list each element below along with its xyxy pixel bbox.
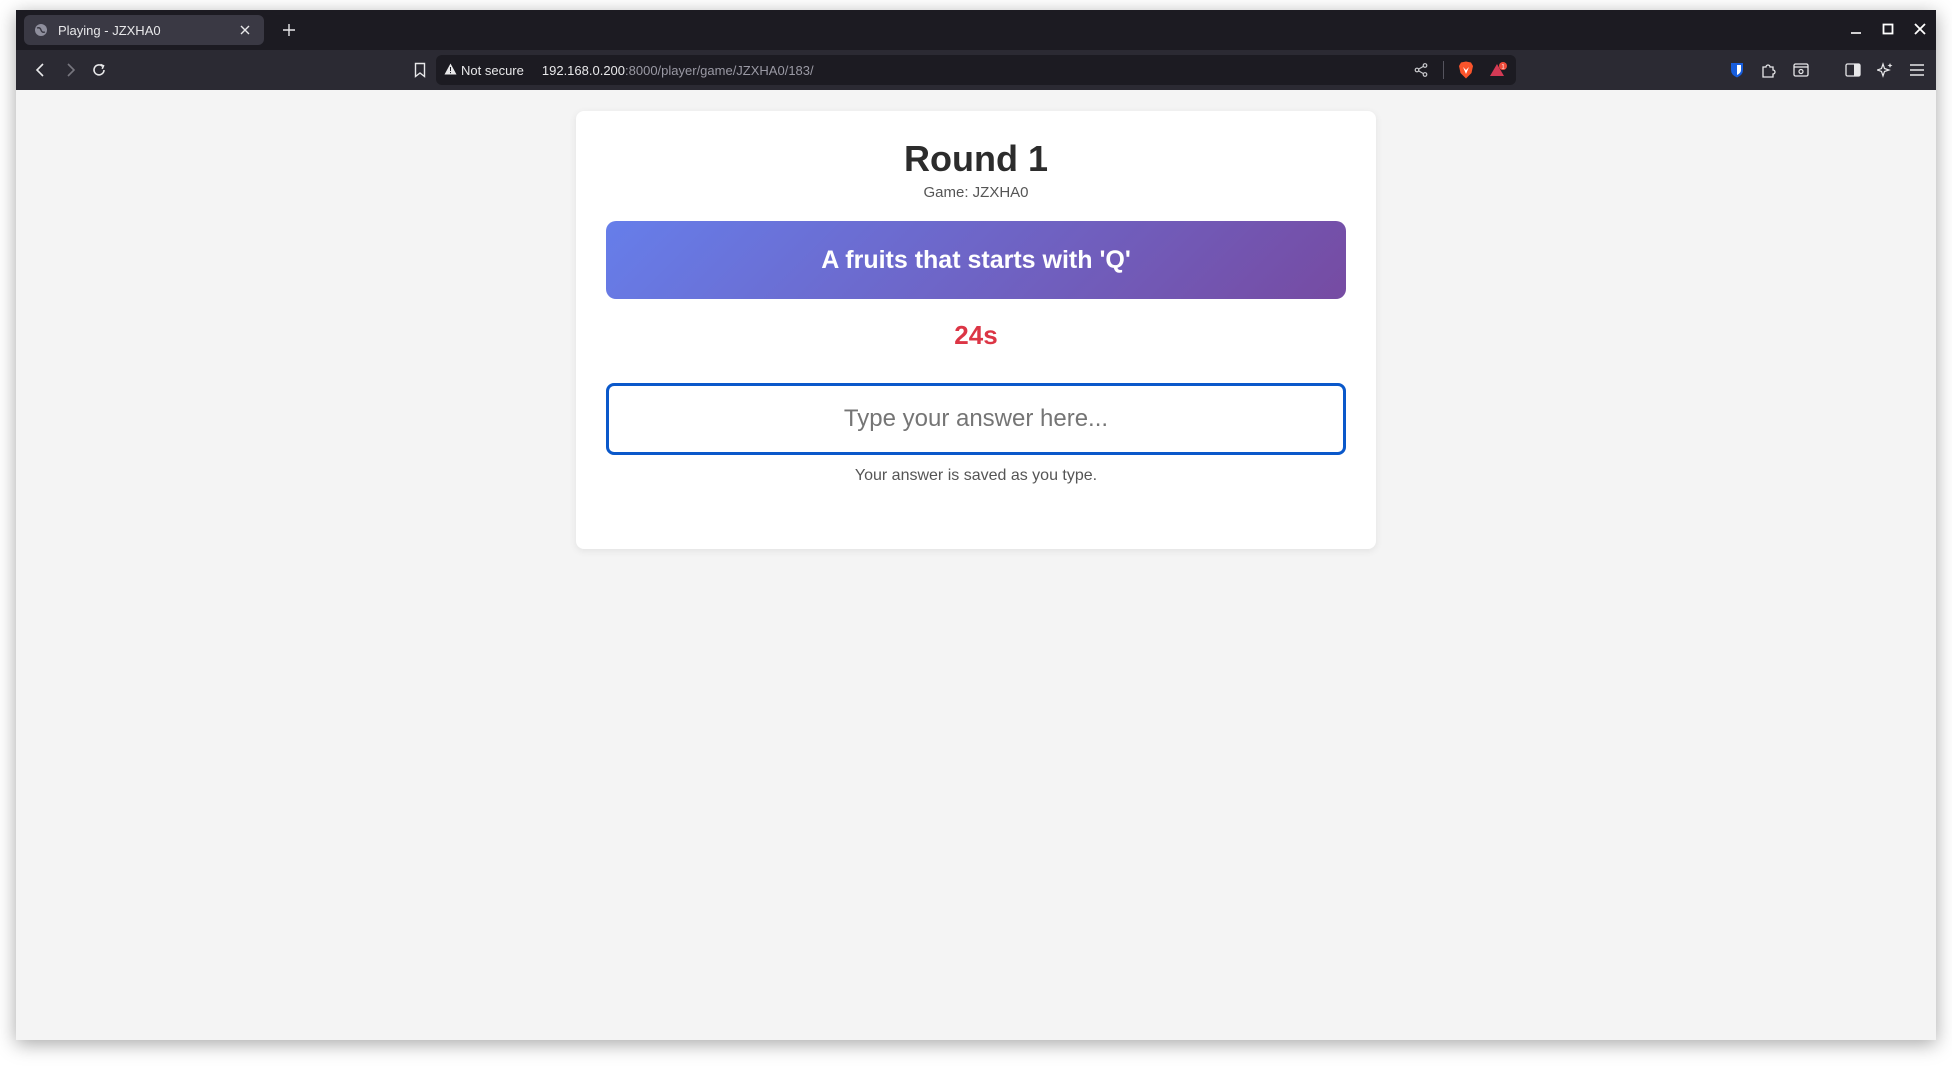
prompt-banner: A fruits that starts with 'Q' <box>606 221 1346 299</box>
autosave-hint: Your answer is saved as you type. <box>854 467 1098 484</box>
globe-icon <box>34 23 48 37</box>
tab-search-icon[interactable] <box>1790 59 1812 81</box>
round-title: Round 1 <box>904 138 1048 179</box>
shield-extension-icon[interactable] <box>1726 59 1748 81</box>
forward-arrow-icon[interactable] <box>59 59 81 81</box>
hamburger-menu-icon[interactable] <box>1906 59 1928 81</box>
close-icon[interactable] <box>236 21 254 39</box>
sparkle-icon[interactable] <box>1874 59 1896 81</box>
answer-input[interactable] <box>606 383 1346 455</box>
minimize-icon[interactable] <box>1846 18 1866 40</box>
tab-strip: Playing - JZXHA0 <box>16 10 1936 50</box>
bookmark-icon[interactable] <box>409 59 431 81</box>
puzzle-icon[interactable] <box>1758 59 1780 81</box>
url-text[interactable]: 192.168.0.200:8000/player/game/JZXHA0/18… <box>542 63 1411 78</box>
security-indicator[interactable]: Not secure <box>444 63 524 78</box>
maximize-icon[interactable] <box>1878 18 1898 40</box>
toolbar-gap <box>1822 59 1832 81</box>
url-path: :8000/player/game/JZXHA0/183/ <box>625 62 814 78</box>
game-card: Round 1 Game: JZXHA0 A fruits that start… <box>576 111 1376 549</box>
prompt-text: A fruits that starts with 'Q' <box>821 245 1131 274</box>
back-arrow-icon[interactable] <box>30 59 52 81</box>
window-close-icon[interactable] <box>1910 18 1930 40</box>
reload-icon[interactable] <box>88 59 110 81</box>
share-icon[interactable] <box>1411 60 1431 80</box>
countdown-timer: 24s <box>954 320 998 350</box>
toolbar-right <box>1726 59 1928 81</box>
browser-window: Playing - JZXHA0 Not secure 192.168.0.20… <box>16 10 1936 1040</box>
brave-lion-icon[interactable] <box>1456 60 1476 80</box>
browser-toolbar: Not secure 192.168.0.200:8000/player/gam… <box>16 50 1936 90</box>
security-label: Not secure <box>461 62 524 78</box>
warning-icon <box>444 63 457 78</box>
url-host: 192.168.0.200 <box>541 62 626 78</box>
game-code: Game: JZXHA0 <box>923 184 1029 201</box>
url-actions: 1 <box>1411 60 1508 80</box>
tab-active[interactable]: Playing - JZXHA0 <box>24 15 264 45</box>
plus-icon[interactable] <box>278 19 300 41</box>
tab-title: Playing - JZXHA0 <box>58 22 161 38</box>
url-separator <box>1443 61 1444 79</box>
address-bar[interactable]: Not secure 192.168.0.200:8000/player/gam… <box>436 55 1516 85</box>
page-viewport: Round 1 Game: JZXHA0 A fruits that start… <box>16 90 1936 1040</box>
brave-rewards-icon[interactable]: 1 <box>1488 60 1508 80</box>
sidebar-icon[interactable] <box>1842 59 1864 81</box>
window-controls <box>1846 18 1930 40</box>
